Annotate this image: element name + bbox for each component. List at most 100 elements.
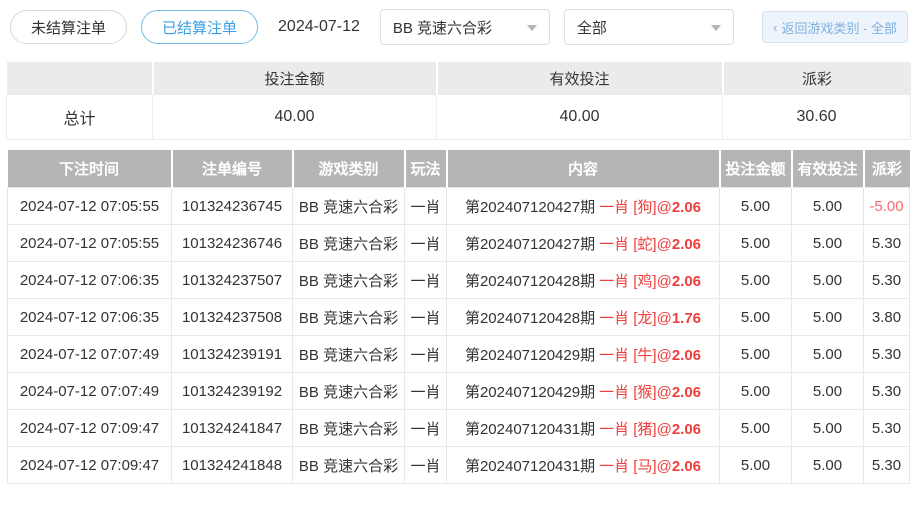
payout: 5.30	[864, 373, 910, 410]
play-type: 一肖	[405, 336, 447, 373]
period-number: 第202407120429期	[465, 347, 595, 364]
game-category: BB 竞速六合彩	[293, 336, 405, 373]
summary-table: 投注金额有效投注派彩 总计 40.00 40.00 30.60	[6, 62, 911, 140]
period-number: 第202407120431期	[465, 458, 595, 475]
pick-label: 一肖 [牛]@	[599, 347, 672, 364]
play-type: 一肖	[405, 262, 447, 299]
payout: 3.80	[864, 299, 910, 336]
bet-id: 101324239192	[172, 373, 293, 410]
bet-content: 第202407120428期一肖 [鸡]@2.06	[447, 262, 720, 299]
game-category: BB 竞速六合彩	[293, 447, 405, 484]
valid-bet: 5.00	[792, 262, 864, 299]
period-number: 第202407120429期	[465, 384, 595, 401]
game-category: BB 竞速六合彩	[293, 410, 405, 447]
tab-unsettled-bets[interactable]: 未结算注单	[10, 10, 127, 44]
column-header: 投注金额	[153, 62, 437, 95]
valid-bet: 5.00	[792, 299, 864, 336]
payout: 5.30	[864, 262, 910, 299]
column-header: 有效投注	[437, 62, 723, 95]
period-number: 第202407120427期	[465, 199, 595, 216]
valid-bet: 5.00	[792, 410, 864, 447]
column-header: 注单编号	[172, 150, 293, 188]
summary-total-valid-bet: 40.00	[437, 95, 723, 139]
payout: 5.30	[864, 447, 910, 484]
game-category: BB 竞速六合彩	[293, 188, 405, 225]
period-number: 第202407120427期	[465, 236, 595, 253]
play-type: 一肖	[405, 299, 447, 336]
bet-time: 2024-07-12 07:09:47	[8, 410, 172, 447]
back-button-label: 返回游戏类别 - 全部	[781, 18, 897, 37]
play-type: 一肖	[405, 410, 447, 447]
scope-select[interactable]: 全部	[564, 9, 734, 45]
tab-settled-bets[interactable]: 已结算注单	[141, 10, 258, 44]
bets-section: 下注时间注单编号游戏类别玩法内容投注金额有效投注派彩 2024-07-12 07…	[7, 150, 909, 485]
odds-value: 2.06	[672, 458, 701, 475]
column-header: 有效投注	[792, 150, 864, 188]
summary-total-label: 总计	[7, 95, 153, 139]
bet-time: 2024-07-12 07:07:49	[8, 373, 172, 410]
column-header: 派彩	[864, 150, 910, 188]
bet-time: 2024-07-12 07:06:35	[8, 262, 172, 299]
game-category: BB 竞速六合彩	[293, 262, 405, 299]
bet-id: 101324236746	[172, 225, 293, 262]
pick-label: 一肖 [龙]@	[599, 310, 672, 327]
table-row: 2024-07-12 07:09:47 101324241848 BB 竞速六合…	[8, 447, 910, 484]
period-number: 第202407120428期	[465, 310, 595, 327]
column-header: 下注时间	[8, 150, 172, 188]
toolbar: 未结算注单 已结算注单 2024-07-12 BB 竞速六合彩 全部 ‹ 返回游…	[0, 0, 916, 48]
pick-label: 一肖 [猴]@	[599, 384, 672, 401]
scope-select-value: 全部	[577, 17, 607, 38]
table-row: 2024-07-12 07:05:55 101324236746 BB 竞速六合…	[8, 225, 910, 262]
table-row: 2024-07-12 07:05:55 101324236745 BB 竞速六合…	[8, 188, 910, 225]
bet-id: 101324236745	[172, 188, 293, 225]
game-category: BB 竞速六合彩	[293, 225, 405, 262]
table-row: 2024-07-12 07:06:35 101324237508 BB 竞速六合…	[8, 299, 910, 336]
back-to-game-category-button[interactable]: ‹ 返回游戏类别 - 全部	[762, 11, 908, 43]
bet-content: 第202407120431期一肖 [猪]@2.06	[447, 410, 720, 447]
bet-amount: 5.00	[720, 373, 792, 410]
valid-bet: 5.00	[792, 188, 864, 225]
play-type: 一肖	[405, 447, 447, 484]
date-label: 2024-07-12	[278, 18, 360, 36]
bet-amount: 5.00	[720, 299, 792, 336]
bet-content: 第202407120431期一肖 [马]@2.06	[447, 447, 720, 484]
table-row: 2024-07-12 07:06:35 101324237507 BB 竞速六合…	[8, 262, 910, 299]
back-arrow-icon: ‹	[773, 20, 777, 35]
bet-amount: 5.00	[720, 410, 792, 447]
odds-value: 1.76	[672, 310, 701, 327]
period-number: 第202407120428期	[465, 273, 595, 290]
odds-value: 2.06	[672, 347, 701, 364]
odds-value: 2.06	[672, 384, 701, 401]
payout: 5.30	[864, 410, 910, 447]
table-row: 2024-07-12 07:07:49 101324239191 BB 竞速六合…	[8, 336, 910, 373]
bet-table: 下注时间注单编号游戏类别玩法内容投注金额有效投注派彩 2024-07-12 07…	[7, 150, 910, 485]
bet-time: 2024-07-12 07:07:49	[8, 336, 172, 373]
bet-id: 101324237507	[172, 262, 293, 299]
bet-amount: 5.00	[720, 336, 792, 373]
valid-bet: 5.00	[792, 225, 864, 262]
bet-time: 2024-07-12 07:09:47	[8, 447, 172, 484]
summary-section: 投注金额有效投注派彩 总计 40.00 40.00 30.60	[6, 62, 910, 140]
odds-value: 2.06	[672, 199, 701, 216]
pick-label: 一肖 [鸡]@	[599, 273, 672, 290]
bet-id: 101324239191	[172, 336, 293, 373]
bet-id: 101324241847	[172, 410, 293, 447]
odds-value: 2.06	[672, 236, 701, 253]
game-type-select[interactable]: BB 竞速六合彩	[380, 9, 550, 45]
bet-content: 第202407120428期一肖 [龙]@1.76	[447, 299, 720, 336]
table-row: 2024-07-12 07:07:49 101324239192 BB 竞速六合…	[8, 373, 910, 410]
pick-label: 一肖 [猪]@	[599, 421, 672, 438]
column-header	[7, 62, 153, 95]
bet-time: 2024-07-12 07:05:55	[8, 225, 172, 262]
bet-content: 第202407120429期一肖 [猴]@2.06	[447, 373, 720, 410]
table-row: 2024-07-12 07:09:47 101324241847 BB 竞速六合…	[8, 410, 910, 447]
payout: 5.30	[864, 336, 910, 373]
game-category: BB 竞速六合彩	[293, 373, 405, 410]
bet-amount: 5.00	[720, 262, 792, 299]
bet-content: 第202407120427期一肖 [狗]@2.06	[447, 188, 720, 225]
period-number: 第202407120431期	[465, 421, 595, 438]
valid-bet: 5.00	[792, 336, 864, 373]
summary-total-bet-amount: 40.00	[153, 95, 437, 139]
column-header: 玩法	[405, 150, 447, 188]
odds-value: 2.06	[672, 273, 701, 290]
